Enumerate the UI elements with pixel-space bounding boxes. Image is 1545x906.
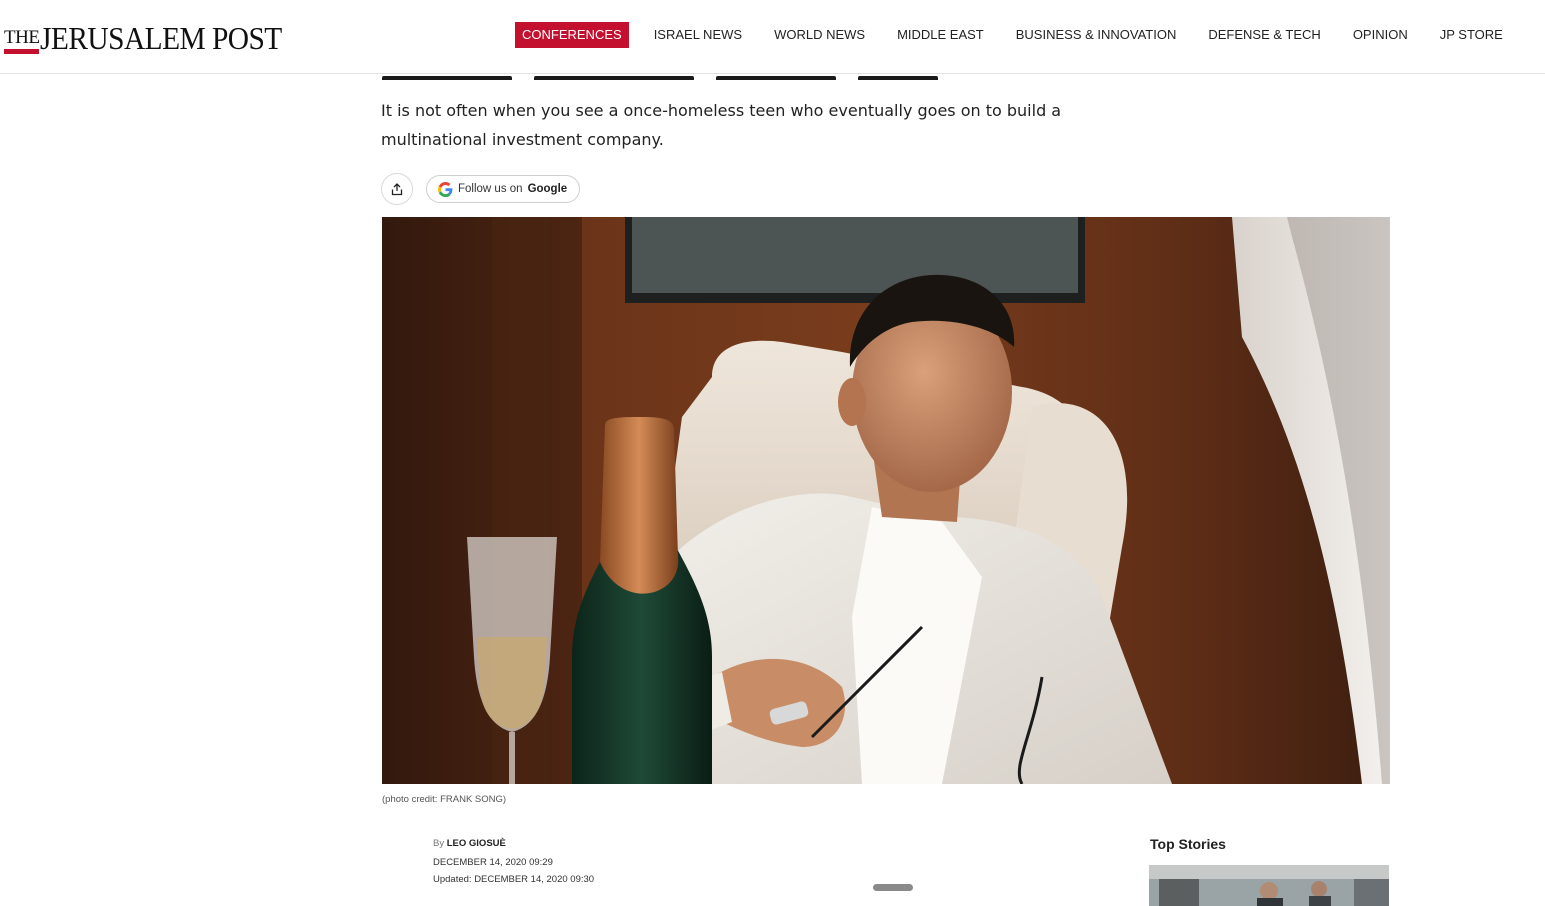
logo-the: THE xyxy=(4,28,40,54)
logo-name: JERUSALEM POST xyxy=(40,20,283,56)
updated-date: Updated: DECEMBER 14, 2020 09:30 xyxy=(433,874,595,885)
top-story-image xyxy=(1149,865,1389,906)
main-nav: CONFERENCES ISRAEL NEWS WORLD NEWS MIDDL… xyxy=(515,22,1528,48)
follow-prefix: Follow us on xyxy=(458,183,523,195)
hero-photo xyxy=(382,217,1390,784)
nav-israel-news[interactable]: ISRAEL NEWS xyxy=(647,22,749,48)
published-date: DECEMBER 14, 2020 09:29 xyxy=(433,857,553,868)
author-name[interactable]: LEO GIOSUÈ xyxy=(447,838,506,849)
top-stories-title: Top Stories xyxy=(1150,836,1226,852)
scroll-handle[interactable] xyxy=(873,884,913,891)
nav-conferences[interactable]: CONFERENCES xyxy=(515,22,629,48)
nav-middle-east[interactable]: MIDDLE EAST xyxy=(890,22,991,48)
nav-jp-store[interactable]: JP STORE xyxy=(1433,22,1510,48)
photo-credit: (photo credit: FRANK SONG) xyxy=(382,794,507,805)
share-button[interactable] xyxy=(381,173,413,205)
follow-on-google-button[interactable]: Follow us on Google xyxy=(426,175,581,203)
site-header: THE JERUSALEM POST CONFERENCES ISRAEL NE… xyxy=(0,0,1545,74)
google-g-icon xyxy=(438,181,453,197)
site-logo[interactable]: THE JERUSALEM POST xyxy=(4,14,303,54)
nav-defense-tech[interactable]: DEFENSE & TECH xyxy=(1201,22,1327,48)
byline: By LEO GIOSUÈ xyxy=(433,838,506,849)
nav-business-innovation[interactable]: BUSINESS & INNOVATION xyxy=(1009,22,1184,48)
nav-opinion[interactable]: OPINION xyxy=(1346,22,1415,48)
article-subheadline: It is not often when you see a once-home… xyxy=(381,101,1062,149)
share-icon xyxy=(391,182,403,195)
top-story-thumbnail[interactable] xyxy=(1149,865,1389,906)
nav-world-news[interactable]: WORLD NEWS xyxy=(767,22,872,48)
article-hero-image[interactable] xyxy=(382,217,1390,784)
byline-prefix: By xyxy=(433,838,445,849)
follow-brand: Google xyxy=(527,183,568,195)
